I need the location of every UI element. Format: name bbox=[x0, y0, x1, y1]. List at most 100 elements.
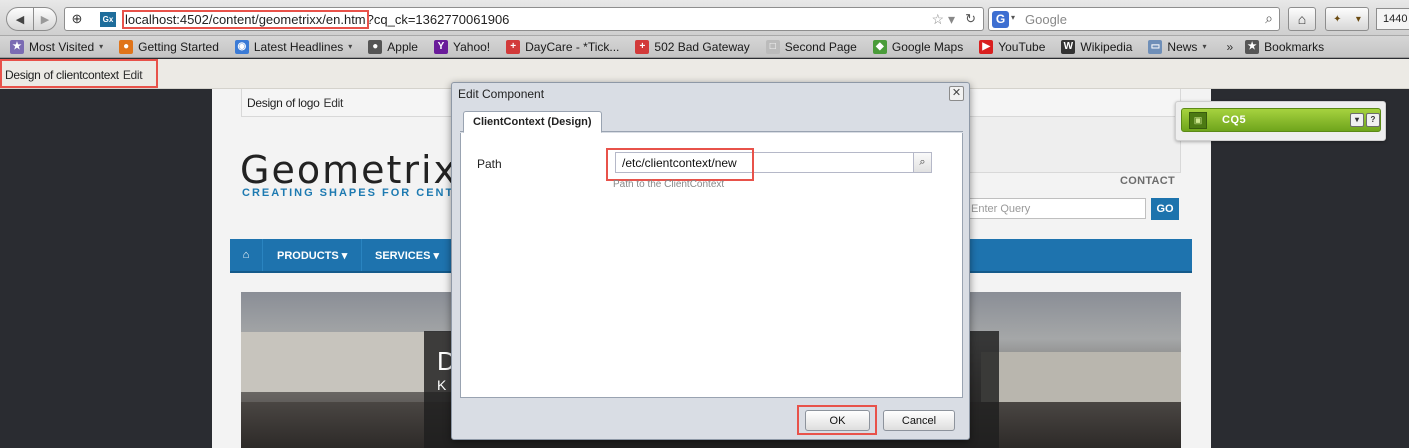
home-button[interactable]: ⌂ bbox=[1288, 7, 1316, 31]
search-bar[interactable]: G ▾ Google ⌕ bbox=[988, 7, 1280, 31]
bookmarks-icon: ★ bbox=[1245, 39, 1260, 54]
bookmark-item[interactable]: ▭ News ▾ bbox=[1148, 39, 1207, 54]
cq5-cube-icon: ▣ bbox=[1189, 112, 1207, 129]
hero-subtitle: K bbox=[437, 377, 447, 393]
most-visited-icon: ★ bbox=[10, 39, 24, 54]
firefox-icon: ● bbox=[119, 39, 134, 54]
dialog-title: Edit Component bbox=[458, 87, 545, 101]
url-query: ?cq_ck=1362770061906 bbox=[366, 12, 510, 27]
browser-toolbar: ◀ ▶ ⊕ Gx localhost:4502/content/geometri… bbox=[0, 0, 1409, 36]
bookmark-item[interactable]: ● Apple bbox=[368, 39, 418, 54]
design-logo-edit[interactable]: Edit bbox=[324, 96, 344, 110]
path-label: Path bbox=[477, 157, 502, 171]
site-search-go-button[interactable]: GO bbox=[1151, 198, 1179, 220]
background-right bbox=[1211, 89, 1409, 448]
bookmark-label: Yahoo! bbox=[452, 39, 491, 54]
page-icon: □ bbox=[765, 39, 780, 54]
bookmark-item[interactable]: ◆ Google Maps bbox=[872, 39, 964, 54]
path-hint: Path to the ClientContext bbox=[613, 179, 725, 190]
bookmark-item[interactable]: ★ Most Visited ▾ bbox=[10, 39, 104, 54]
extension-button[interactable]: ✦ ▾ bbox=[1325, 7, 1369, 31]
url-text[interactable]: localhost:4502/content/geometrixx/en.htm… bbox=[122, 10, 510, 29]
maps-icon: ◆ bbox=[872, 39, 887, 54]
forward-button[interactable]: ▶ bbox=[33, 7, 57, 31]
rss-icon: ◉ bbox=[234, 39, 249, 54]
bookmark-item[interactable]: □ Second Page bbox=[765, 39, 857, 54]
site-identity-icon[interactable]: ⊕ bbox=[67, 10, 87, 28]
bookmarks-menu-label: Bookmarks bbox=[1264, 39, 1325, 54]
bookmark-star-icon[interactable]: ☆ ▾ bbox=[932, 11, 955, 28]
dialog-footer: OK Cancel bbox=[452, 401, 971, 439]
apple-icon: ● bbox=[368, 39, 383, 54]
hero-wall-right bbox=[981, 352, 1181, 402]
bookmark-item[interactable]: ◉ Latest Headlines ▾ bbox=[234, 39, 352, 54]
path-highlight bbox=[606, 148, 754, 181]
header-right-panel bbox=[952, 116, 1181, 173]
bookmark-label: Second Page bbox=[784, 39, 857, 54]
bookmark-item[interactable]: W Wikipedia bbox=[1061, 39, 1133, 54]
bookmark-label: Latest Headlines bbox=[253, 39, 344, 54]
site-search-input[interactable]: Enter Query bbox=[958, 198, 1146, 219]
bookmark-item[interactable]: + DayCare - *Tick... bbox=[506, 39, 620, 54]
bookmark-label: DayCare - *Tick... bbox=[525, 39, 620, 54]
bookmark-item[interactable]: +502 Bad Gateway bbox=[635, 39, 750, 54]
bookmark-label: Wikipedia bbox=[1080, 39, 1133, 54]
cross-icon: + bbox=[635, 39, 650, 54]
bookmark-label: 502 Bad Gateway bbox=[654, 39, 750, 54]
sidekick-title: CQ5 bbox=[1222, 114, 1247, 126]
home-icon: ⌂ bbox=[1297, 11, 1307, 27]
nav-home-icon[interactable]: ⌂ bbox=[230, 239, 263, 271]
forward-arrow-icon: ▶ bbox=[40, 13, 50, 26]
search-placeholder: Google bbox=[1025, 12, 1067, 27]
sidekick-header[interactable]: ▣ CQ5 ▾ ? bbox=[1181, 108, 1381, 132]
chevron-down-icon: ▾ bbox=[99, 42, 104, 51]
search-engine-caret-icon[interactable]: ▾ bbox=[1011, 13, 1015, 22]
nav-services[interactable]: SERVICES ▾ bbox=[361, 239, 455, 271]
bookmark-label: Most Visited bbox=[29, 39, 95, 54]
design-clientcontext-edit[interactable]: Edit bbox=[123, 68, 143, 82]
design-clientcontext-bar[interactable]: Design of clientcontext Edit bbox=[0, 59, 158, 88]
design-clientcontext-label: Design of clientcontext bbox=[5, 68, 119, 82]
cq5-sidekick[interactable]: ▣ CQ5 ▾ ? bbox=[1175, 101, 1386, 141]
dialog-panel: Path /etc/clientcontext/new ⌕ Path to th… bbox=[460, 133, 963, 398]
background-left bbox=[0, 89, 212, 448]
bookmark-label: Google Maps bbox=[891, 39, 964, 54]
extension-icon: ✦ bbox=[1333, 13, 1342, 25]
resolution-box[interactable]: 1440 bbox=[1376, 8, 1409, 30]
sidekick-menu-icon[interactable]: ▾ bbox=[1350, 113, 1364, 127]
site-brand[interactable]: Geometrixx bbox=[240, 148, 483, 192]
bookmark-label: Getting Started bbox=[138, 39, 219, 54]
search-icon[interactable]: ⌕ bbox=[1265, 10, 1273, 27]
dialog-close-icon[interactable]: ✕ bbox=[949, 86, 964, 101]
back-arrow-icon: ◀ bbox=[15, 13, 25, 26]
edit-component-dialog: Edit Component ✕ ClientContext (Design) … bbox=[451, 82, 970, 440]
bookmark-label: Apple bbox=[387, 39, 418, 54]
extension-caret-icon: ▾ bbox=[1355, 13, 1361, 25]
bookmark-item[interactable]: ▶ YouTube bbox=[979, 39, 1045, 54]
bookmarks-menu[interactable]: ★ Bookmarks bbox=[1245, 39, 1325, 54]
path-browse-icon[interactable]: ⌕ bbox=[913, 152, 932, 173]
wikipedia-icon: W bbox=[1061, 39, 1076, 54]
bookmark-item[interactable]: Y Yahoo! bbox=[433, 39, 491, 54]
bookmark-label: News bbox=[1167, 39, 1198, 54]
google-icon[interactable]: G bbox=[992, 11, 1009, 28]
site-tagline: CREATING SHAPES FOR CENTU bbox=[242, 187, 465, 199]
design-logo-label: Design of logo bbox=[247, 96, 320, 110]
url-bar[interactable]: ⊕ Gx localhost:4502/content/geometrixx/e… bbox=[64, 7, 984, 31]
bookmark-item[interactable]: ● Getting Started bbox=[119, 39, 219, 54]
youtube-icon: ▶ bbox=[979, 39, 994, 54]
sidekick-help-icon[interactable]: ? bbox=[1366, 113, 1380, 127]
folder-icon: ▭ bbox=[1148, 39, 1163, 54]
tab-clientcontext-design[interactable]: ClientContext (Design) bbox=[463, 111, 602, 133]
cross-icon: + bbox=[506, 39, 521, 54]
back-button[interactable]: ◀ bbox=[6, 7, 34, 31]
nav-products[interactable]: PRODUCTS ▾ bbox=[263, 239, 363, 271]
favicon-icon: Gx bbox=[100, 12, 116, 27]
dialog-tabs: ClientContext (Design) bbox=[460, 108, 963, 133]
bookmarks-overflow-icon[interactable]: » bbox=[1226, 40, 1233, 54]
ok-highlight bbox=[797, 405, 877, 435]
chevron-down-icon: ▾ bbox=[1202, 42, 1207, 51]
reload-icon[interactable]: ↻ bbox=[965, 11, 976, 27]
contact-link[interactable]: CONTACT bbox=[1120, 175, 1175, 187]
cancel-button[interactable]: Cancel bbox=[883, 410, 955, 431]
